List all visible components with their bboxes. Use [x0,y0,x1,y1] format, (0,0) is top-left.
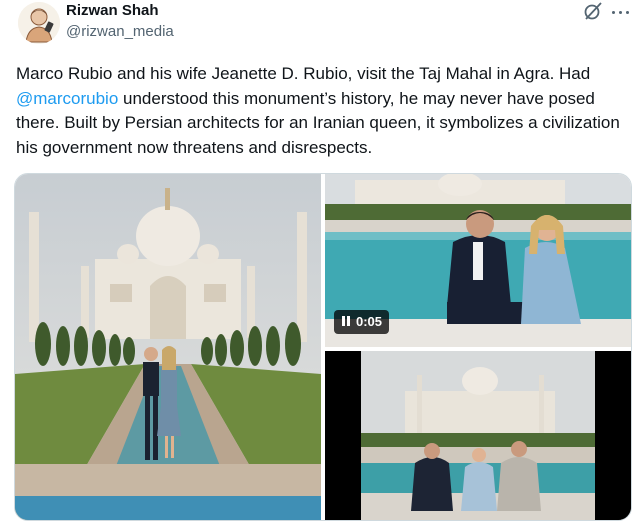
video-taj-mahal-clip[interactable] [325,351,631,520]
author-handle[interactable]: @rizwan_media [66,23,174,40]
author-name[interactable]: Rizwan Shah [66,2,159,19]
grok-button[interactable] [582,0,604,22]
photo-taj-mahal-couple-standing[interactable] [15,174,321,520]
video-duration: 0:05 [356,314,383,329]
media-grid [14,173,632,521]
tweet-text-part1: Marco Rubio and his wife Jeanette D. Rub… [16,64,591,83]
more-options-button[interactable] [610,2,632,22]
mention-link[interactable]: @marcorubio [16,89,118,108]
grok-icon [584,2,602,20]
more-options-icon [612,11,615,14]
tweet-text: Marco Rubio and his wife Jeanette D. Rub… [16,62,628,160]
cartoon-avatar-icon [18,2,60,44]
pause-icon [342,316,350,326]
avatar[interactable] [18,2,60,44]
video-duration-badge[interactable]: 0:05 [334,310,390,334]
